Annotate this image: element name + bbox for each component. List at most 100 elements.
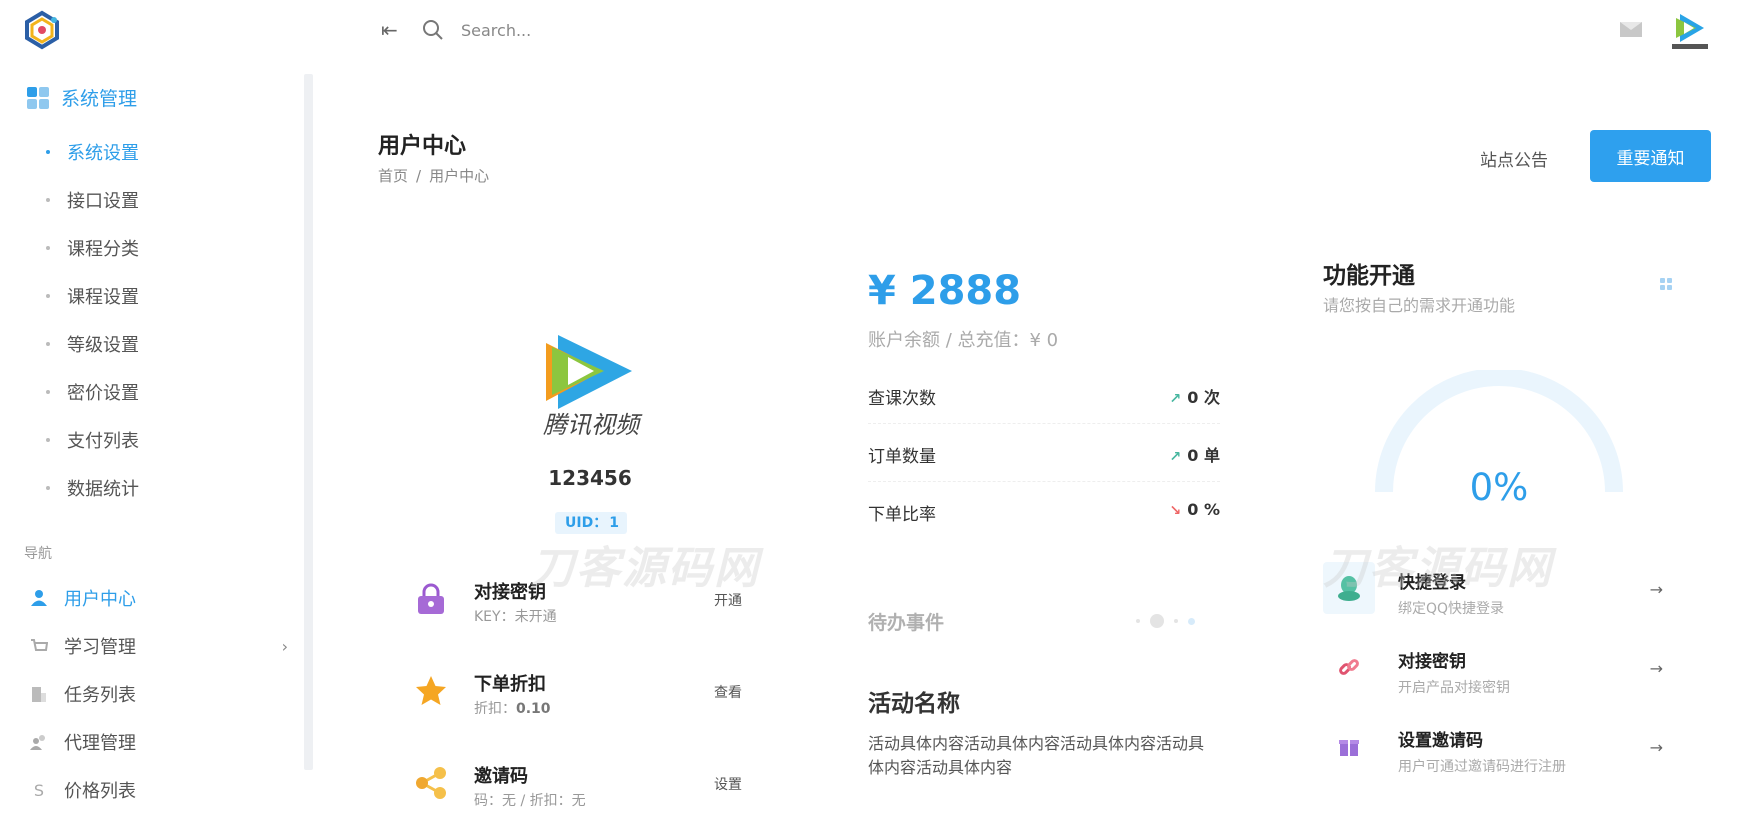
feature-subtitle: KEY：未开通	[474, 606, 557, 626]
function-title: 设置邀请码	[1398, 731, 1483, 751]
function-title: 对接密钥	[1398, 652, 1466, 672]
trend-up-icon: ↗	[1169, 449, 1182, 465]
search-icon[interactable]	[422, 19, 444, 41]
watermark: 刀客源码网	[530, 543, 760, 594]
feature-sub-value: 无 / 折扣：无	[502, 793, 586, 809]
function-row-api-key[interactable]: 对接密钥 开启产品对接密钥 →	[1323, 639, 1663, 718]
breadcrumb-separator: /	[416, 167, 422, 185]
feature-action-set[interactable]: 设置	[714, 774, 742, 794]
submenu-item-payment-list[interactable]: 支付列表	[46, 416, 139, 464]
arrow-right-icon: →	[1649, 580, 1663, 599]
feature-subtitle: 折扣：0.10	[474, 698, 551, 718]
submenu-item-secret-price[interactable]: 密价设置	[46, 368, 139, 416]
feature-title: 下单折扣	[474, 674, 546, 695]
stat-label: 订单数量	[868, 447, 936, 467]
collapse-sidebar-icon[interactable]: ⇤	[381, 18, 398, 42]
building-icon	[28, 683, 50, 705]
menu-group-system[interactable]: 系统管理	[27, 84, 137, 111]
avatar[interactable]	[1670, 10, 1710, 52]
bullet-icon	[46, 150, 50, 154]
nav-item-agent-manage[interactable]: 代理管理	[28, 718, 288, 766]
todo-title: 待办事件	[868, 612, 945, 634]
cart-icon	[28, 635, 50, 657]
stat-row-order-count: 订单数量 ↗ 0 单	[868, 424, 1220, 482]
user-logo-image: 腾讯视频	[543, 335, 643, 439]
share-icon	[416, 767, 446, 799]
submenu-item-label: 支付列表	[67, 431, 139, 452]
function-subtitle: 绑定QQ快捷登录	[1398, 601, 1505, 617]
stat-value: ↗ 0 次	[1170, 384, 1220, 408]
progress-value: 0%	[1469, 466, 1529, 509]
star-icon	[416, 676, 446, 705]
function-subtitle: 开启产品对接密钥	[1398, 680, 1510, 696]
sidebar: 系统管理 系统设置 接口设置 课程分类 课程设置 等级设置 密价设置 支付列表 …	[0, 0, 305, 828]
nav-item-label: 用户中心	[64, 589, 136, 610]
uid-label: UID：	[565, 515, 608, 531]
submenu-item-course-category[interactable]: 课程分类	[46, 224, 139, 272]
feature-sub-label: KEY：	[474, 609, 515, 625]
stat-value: ↗ 0 单	[1170, 442, 1220, 466]
submenu-item-label: 课程设置	[67, 287, 139, 308]
feature-subtitle: 码：无 / 折扣：无	[474, 790, 586, 810]
account-balance: ¥ 2888	[868, 268, 1022, 314]
submenu-item-system-settings[interactable]: 系统设置	[46, 128, 139, 176]
stat-label: 下单比率	[868, 505, 936, 525]
submenu-item-api-settings[interactable]: 接口设置	[46, 176, 139, 224]
bullet-icon	[46, 486, 50, 490]
breadcrumb-current: 用户中心	[429, 167, 490, 185]
grid-menu-icon[interactable]	[1660, 278, 1672, 290]
bullet-icon	[46, 198, 50, 202]
lock-icon	[418, 583, 444, 614]
bullet-icon	[46, 246, 50, 250]
submenu-item-data-stats[interactable]: 数据统计	[46, 464, 139, 512]
chevron-right-icon: ›	[281, 636, 288, 656]
breadcrumb-home[interactable]: 首页	[378, 167, 408, 185]
loading-dots-icon	[1136, 614, 1195, 628]
site-notice-link[interactable]: 站点公告	[1480, 146, 1548, 171]
arrow-right-icon: →	[1649, 659, 1663, 678]
mail-icon[interactable]	[1620, 22, 1642, 37]
feature-row-discount: 下单折扣 折扣：0.10 查看	[414, 662, 754, 754]
submenu-item-label: 系统设置	[67, 143, 139, 164]
stat-row-course-queries: 查课次数 ↗ 0 次	[868, 366, 1220, 424]
nav-item-user-center[interactable]: 用户中心	[28, 574, 288, 622]
nav-item-study-manage[interactable]: 学习管理 ›	[28, 622, 288, 670]
functions-title: 功能开通	[1323, 263, 1415, 289]
app-logo-icon[interactable]	[22, 10, 62, 50]
user-logo-text: 腾讯视频	[543, 411, 643, 439]
stat-row-order-rate: 下单比率 ↘ 0 %	[868, 482, 1220, 540]
sidebar-scrollbar[interactable]	[304, 74, 313, 770]
submenu-item-label: 密价设置	[67, 383, 139, 404]
nav-item-task-list[interactable]: 任务列表	[28, 670, 288, 718]
page-title: 用户中心	[378, 134, 467, 159]
dashboard-icon	[27, 86, 49, 109]
submenu-item-course-settings[interactable]: 课程设置	[46, 272, 139, 320]
user-icon	[28, 587, 50, 609]
feature-sub-value: 0.10	[516, 701, 551, 717]
search-input[interactable]	[461, 16, 761, 44]
bullet-icon	[46, 342, 50, 346]
arrow-right-icon: →	[1649, 738, 1663, 757]
nav-item-label: 任务列表	[64, 685, 136, 706]
submenu-item-level-settings[interactable]: 等级设置	[46, 320, 139, 368]
activity-content: 活动具体内容活动具体内容活动具体内容活动具体内容活动具体内容	[868, 734, 1205, 777]
submenu-item-label: 接口设置	[67, 191, 139, 212]
nav-item-label: 价格列表	[64, 781, 136, 802]
bullet-icon	[46, 390, 50, 394]
function-row-invite-code[interactable]: 设置邀请码 用户可通过邀请码进行注册 →	[1323, 718, 1663, 797]
bullet-icon	[46, 438, 50, 442]
stat-label: 查课次数	[868, 389, 936, 409]
feature-action-view[interactable]: 查看	[714, 682, 742, 702]
feature-list: 对接密钥 KEY：未开通 开通 下单折扣 折扣：0.10 查看 邀请码 码：无 …	[414, 570, 754, 828]
feature-sub-label: 码：	[474, 793, 502, 809]
stat-list: 查课次数 ↗ 0 次 订单数量 ↗ 0 单 下单比率 ↘ 0 %	[868, 366, 1220, 540]
important-notice-button[interactable]: 重要通知	[1590, 130, 1711, 182]
stat-value-text: 0 次	[1187, 388, 1220, 407]
balance-subtitle: 账户余额 / 总充值：¥ 0	[868, 330, 1059, 351]
nav-item-label: 代理管理	[64, 733, 136, 754]
nav-item-price-list[interactable]: S 价格列表	[28, 766, 288, 814]
feature-row-invite: 邀请码 码：无 / 折扣：无 设置	[414, 754, 754, 828]
stat-value: ↘ 0 %	[1170, 500, 1220, 519]
functions-subtitle: 请您按自己的需求开通功能	[1323, 296, 1516, 315]
link-icon	[1323, 641, 1375, 693]
